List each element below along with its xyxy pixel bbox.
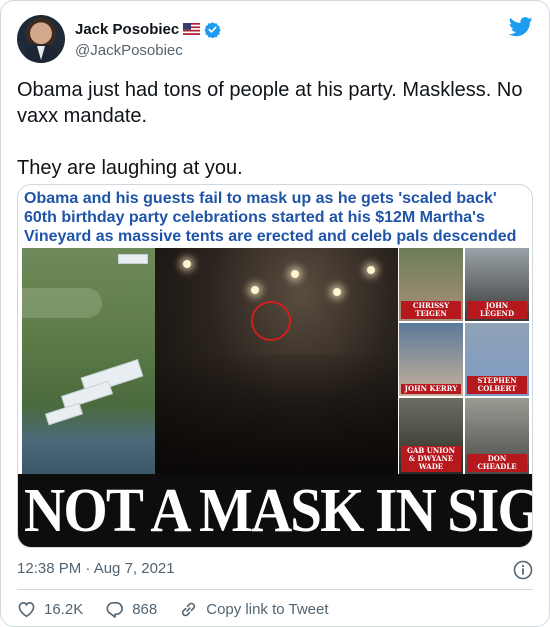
celebrity-photo: JOHN KERRY xyxy=(399,323,463,396)
timestamp-row: 12:38 PM · Aug 7, 2021 xyxy=(17,560,533,580)
tweet-card: Jack Posobiec @JackPosobiec Obama just h… xyxy=(0,0,550,627)
tweet-timestamp[interactable]: 12:38 PM · Aug 7, 2021 xyxy=(17,560,175,577)
verified-badge-icon xyxy=(204,21,221,38)
tweet-header: Jack Posobiec @JackPosobiec xyxy=(17,15,533,65)
reply-button[interactable]: 868 xyxy=(105,600,157,619)
tweet-media-image[interactable]: Obama and his guests fail to mask up as … xyxy=(17,184,533,548)
author-info[interactable]: Jack Posobiec @JackPosobiec xyxy=(75,19,221,59)
celebrity-photo: JOHN LEGEND xyxy=(465,248,529,321)
tweet-text: Obama just had tons of people at his par… xyxy=(17,79,523,179)
heart-icon xyxy=(18,601,35,617)
caption: STEPHEN COLBERT xyxy=(467,376,527,394)
twitter-bird-icon[interactable] xyxy=(509,17,533,37)
like-count: 16.2K xyxy=(44,600,84,618)
copy-link-button[interactable]: Copy link to Tweet xyxy=(179,600,329,619)
caption: JOHN KERRY xyxy=(401,384,461,394)
like-button[interactable]: 16.2K xyxy=(17,600,83,619)
celebrity-photo: DON CHEADLE xyxy=(465,398,529,474)
caption: CHRISSY TEIGEN xyxy=(401,301,461,319)
media-banner: NOT A MASK IN SIGHT xyxy=(18,474,532,547)
banner-text: NOT A MASK IN SIGHT xyxy=(24,477,532,545)
divider xyxy=(17,589,533,590)
celebrity-photo-grid: CHRISSY TEIGEN JOHN LEGEND JOHN KERRY ST… xyxy=(399,248,530,474)
action-bar: 16.2K 868 Copy link to Tweet xyxy=(17,599,351,619)
handle[interactable]: @JackPosobiec xyxy=(75,42,221,59)
info-icon[interactable] xyxy=(513,560,533,580)
avatar[interactable] xyxy=(17,15,65,63)
caption: GAB UNION & DWYANE WADE xyxy=(401,446,461,472)
caption: JOHN LEGEND xyxy=(467,301,527,319)
link-icon xyxy=(182,602,196,616)
caption: DON CHEADLE xyxy=(467,454,527,472)
celebrity-photo: STEPHEN COLBERT xyxy=(465,323,529,396)
display-name[interactable]: Jack Posobiec xyxy=(75,21,179,38)
reply-icon xyxy=(106,601,124,618)
reply-count: 868 xyxy=(132,600,158,618)
copy-link-label: Copy link to Tweet xyxy=(206,600,329,618)
us-flag-icon xyxy=(183,23,201,35)
celebrity-photo: CHRISSY TEIGEN xyxy=(399,248,463,321)
party-crowd-photo xyxy=(155,248,398,474)
highlight-circle xyxy=(251,301,291,341)
celebrity-photo: GAB UNION & DWYANE WADE xyxy=(399,398,463,474)
aerial-tents-photo xyxy=(22,248,155,474)
